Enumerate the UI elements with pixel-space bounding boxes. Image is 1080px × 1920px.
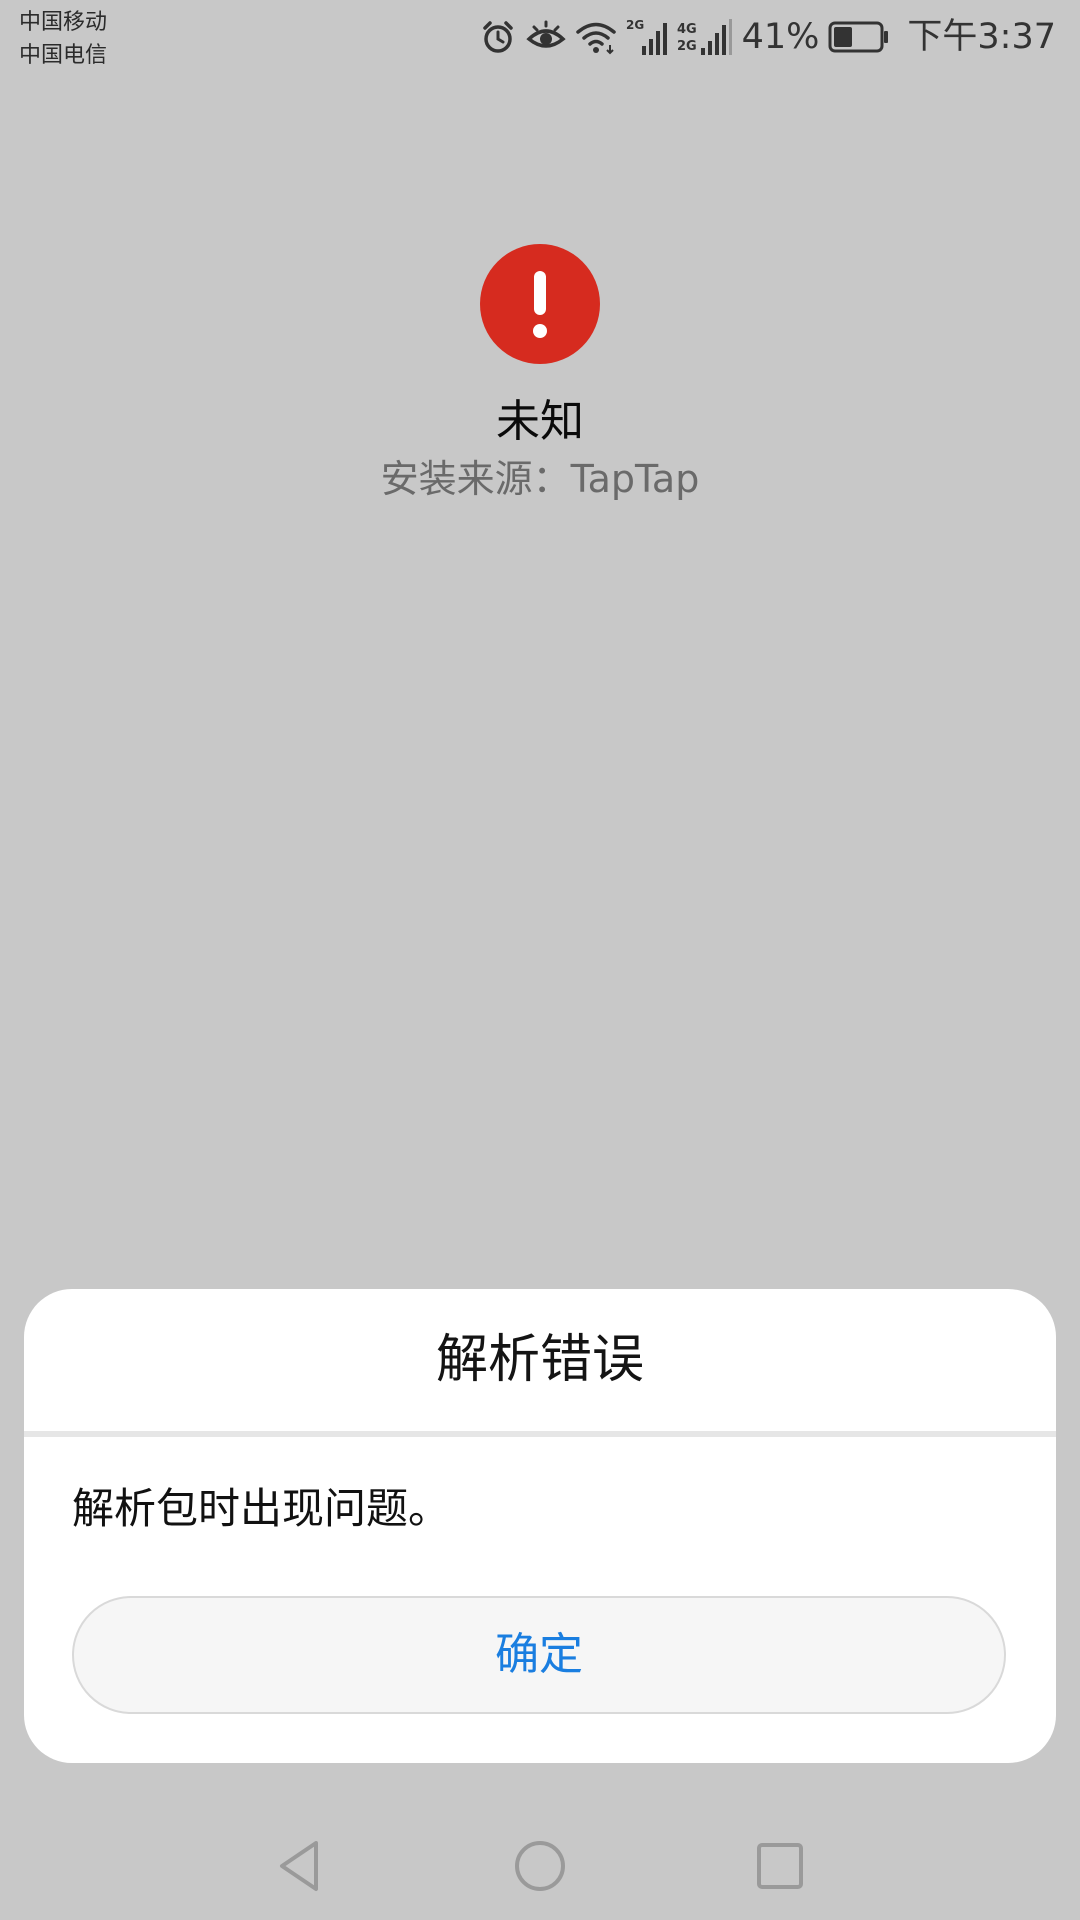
dialog-message: 解析包时出现问题。 [72,1484,451,1533]
sim1-network-label: 2G [626,18,644,32]
warning-mark [534,271,546,315]
app-info: 未知 安装来源：TapTap [0,244,1080,506]
battery-icon [828,20,890,54]
carrier-names: 中国移动 中国电信 [19,6,107,72]
back-icon [280,1841,318,1891]
alarm-icon [479,18,517,56]
clock: 下午3:37 [907,17,1056,57]
home-button[interactable] [500,1826,580,1906]
status-icons: 2G 4G 2G 41% 下午3:37 [479,12,1056,62]
status-bar: 中国移动 中国电信 2G 4G 2G 41% 下午3:37 [0,0,1080,72]
battery-percent: 41% [741,17,820,57]
recents-icon [757,1843,803,1889]
recents-button[interactable] [740,1826,820,1906]
sim2-network-bottom-label: 2G [677,39,697,54]
dialog-title: 解析错误 [435,1330,644,1390]
wifi-icon [575,19,617,55]
warning-dot [533,324,547,338]
navigation-bar [0,1808,1080,1920]
carrier-1: 中国移动 [19,10,108,35]
warning-icon [480,244,600,364]
dialog-divider [24,1431,1056,1437]
signal-icon: 4G 2G [677,17,733,57]
carrier-2: 中国电信 [19,43,108,68]
parse-error-dialog: 解析错误 解析包时出现问题。 确定 [24,1289,1056,1763]
back-button[interactable] [260,1826,340,1906]
install-source: 安装来源：TapTap [380,457,700,501]
ok-button[interactable]: 确定 [72,1596,1006,1714]
sim2-network-top-label: 4G [677,22,697,37]
app-name: 未知 [496,396,584,447]
signal-icon: 2G [626,17,668,57]
home-icon [515,1841,565,1891]
eye-comfort-icon [525,19,566,55]
